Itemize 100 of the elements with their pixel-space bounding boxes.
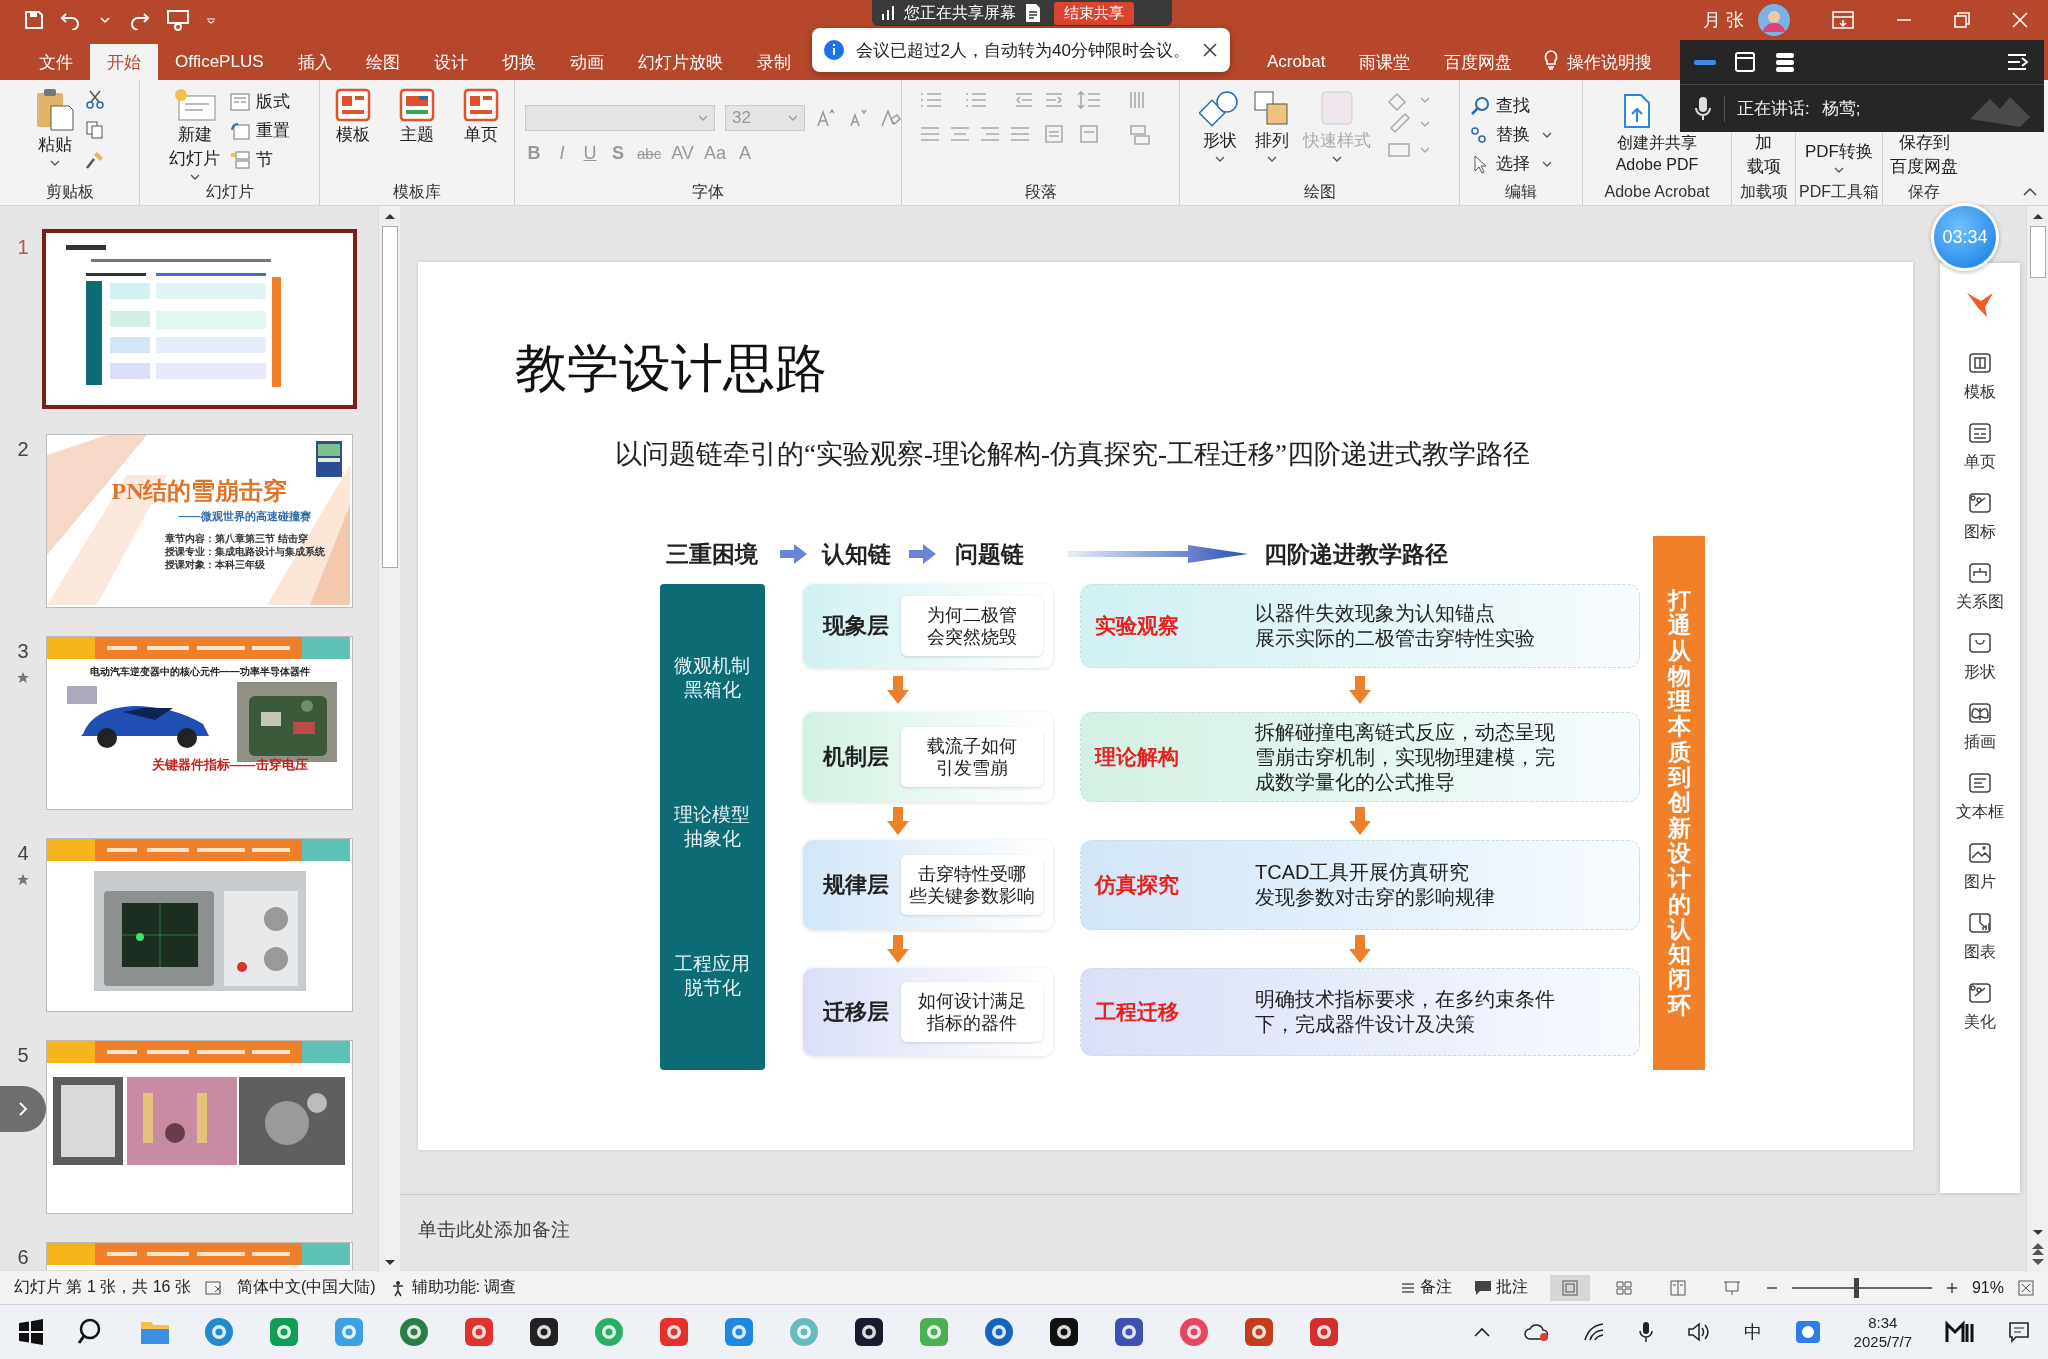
side-panel-item[interactable]: 单页 — [1964, 420, 1996, 473]
slide-thumbnail[interactable] — [46, 838, 353, 1012]
end-sharing-button[interactable]: 结束共享 — [1054, 1, 1134, 25]
tell-me-search[interactable]: 操作说明搜 — [1567, 44, 1653, 80]
collapse-ribbon-icon[interactable] — [2022, 187, 2038, 197]
notes-placeholder[interactable]: 单击此处添加备注 — [418, 1219, 570, 1240]
window-icon[interactable] — [1734, 51, 1756, 73]
clear-formatting-icon[interactable] — [879, 107, 901, 129]
side-panel-item[interactable]: 文本框 — [1956, 770, 2004, 823]
drawing-button[interactable]: 排列 — [1250, 88, 1293, 152]
ribbon-tab[interactable]: 动画 — [552, 44, 621, 80]
caret-icon[interactable] — [1834, 166, 1844, 173]
close-icon[interactable] — [1201, 42, 1218, 58]
caret-icon[interactable] — [1266, 156, 1277, 162]
new-slide-button[interactable]: 新建 幻灯片 — [169, 88, 220, 170]
reset-button[interactable]: 重置 — [230, 119, 290, 142]
add-ins-button[interactable]: 加 载项 — [1746, 132, 1781, 178]
format-painter-icon[interactable] — [84, 150, 105, 170]
clock-time[interactable]: 8:34 — [1868, 1313, 1898, 1332]
side-panel-item[interactable]: 关系图 — [1956, 560, 2004, 613]
lightbulb-icon[interactable] — [1543, 49, 1560, 71]
user-name[interactable]: 月 张 — [1703, 8, 1744, 32]
close-icon[interactable] — [2012, 12, 2028, 28]
ribbon-tab[interactable]: 绘图 — [348, 44, 417, 80]
notes-button[interactable]: 备注 — [1399, 1277, 1452, 1298]
side-panel-item[interactable]: 图表 — [1964, 910, 1996, 963]
comments-button[interactable]: 批注 — [1473, 1277, 1528, 1298]
cut-icon[interactable] — [84, 90, 105, 110]
save-icon[interactable] — [24, 10, 44, 30]
zoom-level[interactable]: 91% — [1971, 1278, 2004, 1297]
app-logo-icon[interactable] — [1945, 1320, 1975, 1344]
template-button[interactable]: 模板 — [334, 88, 372, 146]
caret-icon[interactable] — [49, 160, 60, 166]
scrollbar-thumb[interactable] — [381, 226, 398, 568]
ribbon-tab[interactable]: 幻灯片放映 — [620, 44, 740, 80]
spelling-icon[interactable] — [204, 1279, 223, 1296]
ribbon-tab[interactable]: 切换 — [484, 44, 553, 80]
grow-font-icon[interactable] — [815, 107, 837, 129]
ribbon-tab[interactable]: 文件 — [22, 44, 90, 80]
volume-icon[interactable] — [1686, 1322, 1711, 1342]
expand-panel-button[interactable] — [0, 1086, 46, 1132]
side-panel-item[interactable]: 形状 — [1964, 630, 1996, 683]
fit-to-window-icon[interactable] — [2018, 1279, 2034, 1296]
customize-caret-icon[interactable] — [206, 16, 216, 24]
copy-icon[interactable] — [84, 120, 105, 140]
list-icon[interactable] — [1774, 51, 1796, 73]
microphone-icon[interactable] — [1694, 95, 1712, 122]
caret-icon[interactable] — [1542, 131, 1552, 138]
section-button[interactable]: 节 — [230, 148, 290, 171]
paste-button[interactable]: 粘贴 — [34, 88, 75, 156]
cloud-icon[interactable] — [1523, 1322, 1550, 1342]
caret-icon[interactable] — [1542, 160, 1552, 167]
ribbon-tab[interactable]: 录制 — [739, 44, 808, 80]
app-icon[interactable] — [528, 1316, 560, 1348]
font-name-field[interactable] — [525, 105, 715, 131]
side-panel-item[interactable]: 模板 — [1964, 350, 1996, 403]
save-to-cloud-button[interactable]: 保存到 百度网盘 — [1890, 132, 1958, 178]
minimize-icon[interactable] — [1694, 57, 1716, 67]
app-icon[interactable] — [1048, 1316, 1080, 1348]
ribbon-tab[interactable]: Acrobat — [1249, 44, 1343, 80]
language-indicator[interactable]: 简体中文(中国大陆) — [236, 1277, 376, 1298]
ribbon-tab[interactable]: 雨课堂 — [1342, 44, 1428, 80]
template-button[interactable]: 单页 — [462, 88, 500, 146]
select-button[interactable]: 选择 — [1470, 152, 1530, 175]
template-button[interactable]: 主题 — [398, 88, 436, 146]
side-panel-item[interactable]: 图标 — [1964, 490, 1996, 543]
slide-canvas[interactable] — [418, 262, 1913, 1150]
clock-date[interactable]: 2025/7/7 — [1853, 1332, 1912, 1351]
avatar[interactable] — [1758, 4, 1790, 36]
create-pdf-button[interactable]: 创建并共享 Adobe PDF — [1615, 132, 1699, 175]
slide-thumbnail[interactable] — [46, 1040, 353, 1214]
side-panel-item[interactable]: 插画 — [1964, 700, 1996, 753]
input-method-indicator[interactable]: 中 — [1743, 1320, 1762, 1344]
drawing-button[interactable]: 形状 — [1198, 88, 1241, 152]
caret-icon[interactable] — [1331, 156, 1342, 162]
notification-icon[interactable] — [2008, 1321, 2030, 1343]
layout-button[interactable]: 版式 — [230, 90, 290, 113]
ribbon-display-icon[interactable] — [1832, 11, 1854, 29]
pdf-convert-button[interactable]: PDF转换 — [1805, 140, 1873, 163]
find-button[interactable]: 查找 — [1470, 94, 1530, 117]
replace-button[interactable]: 替换 — [1470, 123, 1530, 146]
microphone-icon[interactable] — [1637, 1321, 1654, 1343]
shrink-font-icon[interactable] — [847, 107, 869, 129]
network-icon[interactable] — [1582, 1322, 1605, 1342]
slide-thumbnail[interactable]: PN结的雪崩击穿 ——微观世界的高速碰撞赛 章节内容：第八章第三节 结击穿 授课专业：集成电路设计与集成系统 授课对象：本科三年级 — [46, 434, 353, 608]
scrollbar-thumb[interactable] — [2029, 226, 2046, 278]
accessibility-button[interactable]: 辅助功能: 调查 — [389, 1277, 517, 1298]
ribbon-tab[interactable]: 百度网盘 — [1427, 44, 1530, 80]
chevron-up-icon[interactable] — [1472, 1326, 1491, 1338]
slideshow-icon[interactable] — [166, 9, 190, 31]
zoom-in-icon[interactable] — [1945, 1281, 1958, 1294]
side-panel-item[interactable]: 美化 — [1964, 980, 1996, 1033]
app-icon[interactable] — [1113, 1316, 1145, 1348]
pdf-share-icon[interactable] — [1622, 92, 1652, 129]
document-icon[interactable] — [1024, 3, 1042, 23]
cloud-drive-icon[interactable] — [1794, 1320, 1821, 1344]
slide-thumbnail[interactable]: 电动汽车逆变器中的核心元件——功率半导体器件 关键器件指标——击穿电压 — [46, 636, 353, 810]
caret-icon[interactable] — [1214, 156, 1225, 162]
ribbon-tab[interactable]: 插入 — [280, 44, 349, 80]
side-panel-item[interactable]: 图片 — [1964, 840, 1996, 893]
